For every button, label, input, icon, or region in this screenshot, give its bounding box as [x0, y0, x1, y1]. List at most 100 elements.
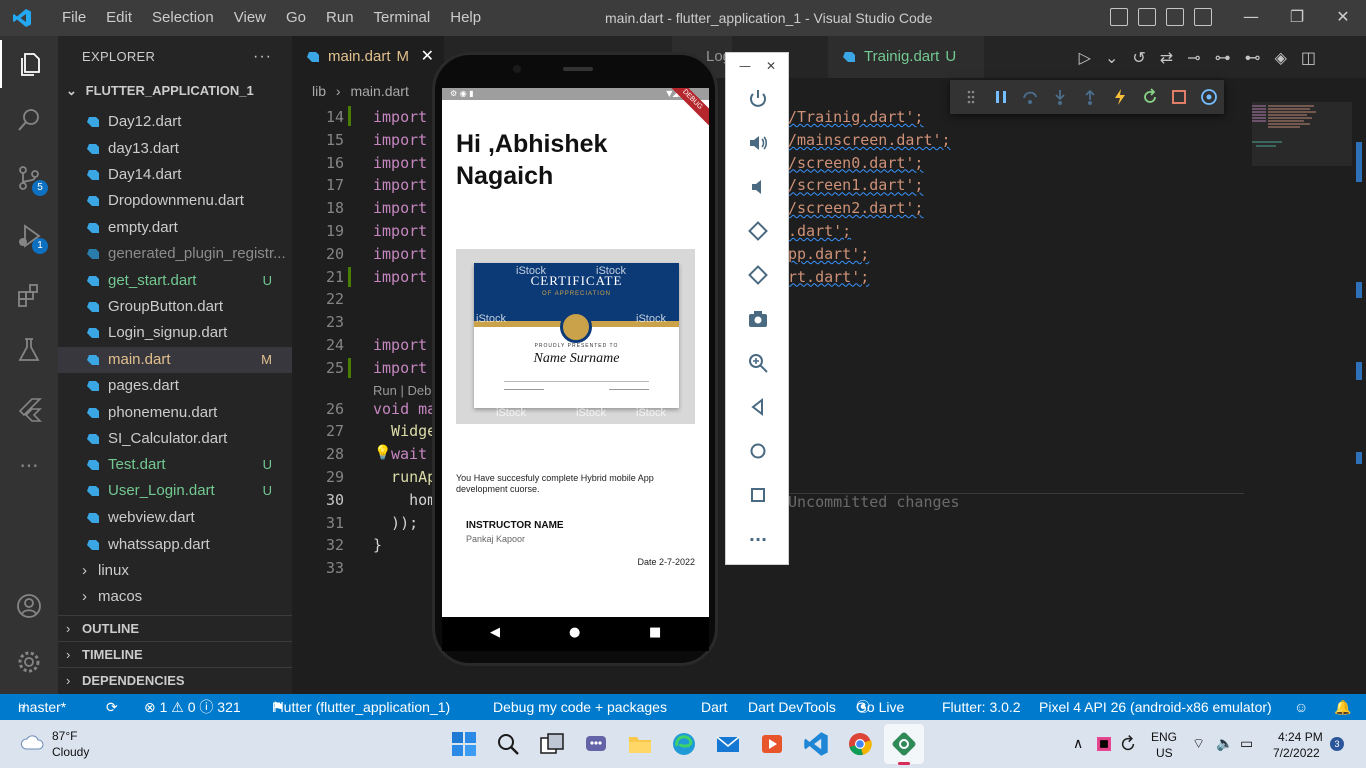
project-section-header[interactable]: ⌄ FLUTTER_APPLICATION_1	[58, 78, 292, 104]
breadcrumb-main[interactable]: main.dart	[350, 83, 408, 99]
sync-icon[interactable]: ⟳	[106, 694, 118, 720]
code-line[interactable]: runAp	[373, 466, 436, 489]
code-line[interactable]: ));	[373, 512, 418, 535]
extensions-activity[interactable]	[0, 272, 58, 320]
code-line[interactable]: import	[373, 334, 427, 357]
breadcrumb-lib[interactable]: lib	[312, 83, 326, 99]
toggle-secondary-sidebar-icon[interactable]	[1166, 8, 1184, 26]
recents-nav-icon[interactable]: ■	[649, 625, 661, 640]
code-line[interactable]: import	[373, 243, 427, 266]
tray-update-icon[interactable]	[1118, 734, 1138, 754]
tray-app-icon[interactable]	[1094, 734, 1114, 754]
vscode-taskbar-button[interactable]	[802, 730, 830, 758]
rotate-right-button[interactable]	[746, 263, 770, 287]
edge-button[interactable]	[670, 730, 698, 758]
debug-mode-item[interactable]: Debug my code + packages	[493, 694, 667, 720]
task-view-button[interactable]	[538, 730, 566, 758]
menu-help[interactable]: Help	[440, 0, 491, 36]
dart-devtools-item[interactable]: Dart DevTools	[748, 694, 836, 720]
outline-section[interactable]: › OUTLINE	[58, 615, 292, 641]
menu-run[interactable]: Run	[316, 0, 364, 36]
device-item[interactable]: Pixel 4 API 26 (android-x86 emulator)	[1039, 694, 1272, 720]
run-icon[interactable]: ▷	[1079, 48, 1091, 67]
flutter-version-item[interactable]: Flutter: 3.0.2	[942, 694, 1021, 720]
mail-button[interactable]	[714, 730, 742, 758]
volume-down-button[interactable]	[746, 175, 770, 199]
git-commit-icon[interactable]: ⊸	[1187, 48, 1200, 67]
clock-time[interactable]: 4:24 PM	[1278, 730, 1323, 744]
wifi-icon[interactable]: ⌔	[1192, 735, 1205, 753]
file-user-login[interactable]: User_Login.dart U	[58, 478, 292, 504]
emulator-more-button[interactable]: ···	[746, 527, 770, 551]
explorer-more-button[interactable]: ···	[253, 36, 272, 78]
drag-handle-icon[interactable]	[956, 83, 986, 111]
manage-activity[interactable]	[0, 638, 58, 686]
code-line[interactable]: import	[373, 106, 427, 129]
clock-date[interactable]: 7/2/2022	[1273, 746, 1320, 760]
step-over-button[interactable]	[1016, 83, 1046, 111]
codelens-run-debug[interactable]: Run | Deb	[373, 383, 431, 398]
file-generated-plugin-registrant[interactable]: generated_plugin_registr...	[58, 241, 292, 267]
home-nav-icon[interactable]: ●	[569, 625, 580, 640]
more-activity[interactable]: ···	[0, 442, 58, 490]
compare-icon[interactable]: ⇄	[1160, 48, 1173, 67]
search-taskbar-button[interactable]	[494, 730, 522, 758]
import-path[interactable]: /Trainig.dart';	[788, 106, 923, 129]
home-button[interactable]	[746, 439, 770, 463]
file-phonemenu[interactable]: phonemenu.dart	[58, 400, 292, 426]
import-path[interactable]: /mainscreen.dart';	[788, 129, 951, 152]
import-path[interactable]: .dart';	[788, 220, 851, 243]
volume-up-button[interactable]	[746, 131, 770, 155]
hot-reload-button[interactable]	[1105, 83, 1135, 111]
file-day13[interactable]: day13.dart	[58, 136, 292, 162]
file-day14[interactable]: Day14.dart	[58, 162, 292, 188]
code-line[interactable]: import	[373, 357, 427, 380]
android-studio-emulator-button[interactable]	[890, 730, 918, 758]
customize-layout-icon[interactable]	[1194, 8, 1212, 26]
start-button[interactable]	[450, 730, 478, 758]
tab-trainig-dart[interactable]: Trainig.dart U	[828, 36, 984, 78]
editor-scrollbar[interactable]	[1352, 102, 1366, 694]
problems-item[interactable]: ⊗ 1 ⚠ 0 ⓘ 321	[144, 694, 241, 720]
file-webview[interactable]: webview.dart	[58, 505, 292, 531]
search-activity[interactable]	[0, 96, 58, 144]
toggle-panel-icon[interactable]	[1138, 8, 1156, 26]
step-into-button[interactable]	[1045, 83, 1075, 111]
import-path[interactable]: rt.dart';	[788, 266, 869, 289]
code-line[interactable]: void ma	[373, 398, 436, 421]
back-nav-icon[interactable]: ◀	[490, 625, 500, 640]
menu-go[interactable]: Go	[276, 0, 316, 36]
notification-count-badge[interactable]: 3	[1330, 737, 1344, 751]
explorer-activity[interactable]	[0, 40, 58, 88]
code-line[interactable]: Widge	[373, 420, 436, 443]
code-line[interactable]: import	[373, 197, 427, 220]
code-line[interactable]: import	[373, 129, 427, 152]
teams-chat-button[interactable]	[582, 730, 610, 758]
code-line[interactable]: import	[373, 220, 427, 243]
tab-main-dart[interactable]: main.dart M ✕	[292, 36, 444, 78]
file-main[interactable]: main.dart M	[58, 347, 292, 373]
show-hidden-icons-button[interactable]: ∧	[1073, 735, 1083, 752]
file-pages[interactable]: pages.dart	[58, 373, 292, 399]
screenshot-button[interactable]	[746, 307, 770, 331]
git-prev-icon[interactable]: ⊶	[1215, 48, 1231, 67]
folder-macos[interactable]: › macos	[58, 584, 292, 610]
menu-edit[interactable]: Edit	[96, 0, 142, 36]
git-next-icon[interactable]: ⊷	[1245, 48, 1261, 67]
code-line[interactable]: import	[373, 266, 427, 289]
flutter-activity[interactable]	[0, 386, 58, 434]
chrome-button[interactable]	[846, 730, 874, 758]
restart-button[interactable]	[1135, 83, 1165, 111]
file-day12[interactable]: Day12.dart	[58, 109, 292, 135]
file-groupbutton[interactable]: GroupButton.dart	[58, 294, 292, 320]
stop-button[interactable]	[1164, 83, 1194, 111]
close-button[interactable]: ✕	[1320, 0, 1366, 36]
file-explorer-button[interactable]	[626, 730, 654, 758]
code-line[interactable]: }	[373, 534, 382, 557]
overview-button[interactable]	[746, 483, 770, 507]
lightbulb-icon[interactable]: 💡	[374, 445, 391, 461]
zoom-button[interactable]	[746, 351, 770, 375]
file-get-start[interactable]: get_start.dart U	[58, 268, 292, 294]
import-path[interactable]: /screen1.dart';	[788, 174, 923, 197]
minimap[interactable]	[1252, 102, 1352, 222]
